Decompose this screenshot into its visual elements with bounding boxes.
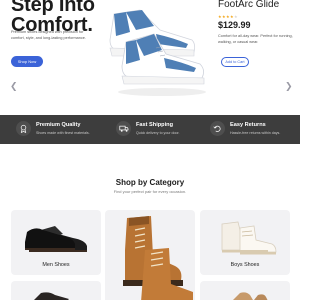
hero-shoe-image (96, 0, 211, 100)
category-card-boys-shoes[interactable]: Boys Shoes (200, 210, 290, 275)
boys-shoes-image (221, 221, 277, 255)
category-label: Boys Shoes (230, 262, 260, 268)
product-price: $129.99 (218, 20, 251, 30)
feature-subtitle: Shoes made with finest materials. (36, 131, 90, 135)
medal-icon (16, 121, 31, 136)
hero-section: Step Into Comfort. Premium shoes designe… (0, 0, 300, 110)
category-card-men-shoes[interactable]: Men Shoes (11, 210, 101, 275)
category-label: Men Shoes (42, 262, 70, 268)
feature-subtitle: Hassle-free returns within days. (230, 131, 281, 135)
features-bar: Premium Quality Shoes made with finest m… (0, 115, 300, 144)
category-card-5[interactable] (200, 281, 290, 300)
feature-title: Easy Returns (230, 122, 266, 128)
men-shoes-image (25, 226, 87, 252)
feature-subtitle: Quick delivery to your door. (136, 131, 180, 135)
category-card-boots[interactable] (105, 210, 195, 300)
feature-title: Fast Shipping (136, 122, 173, 128)
shop-now-button[interactable]: Shop Now (11, 56, 43, 67)
shoe-image (233, 292, 268, 300)
chevron-right-icon[interactable]: ❯ (285, 82, 293, 91)
category-section-title: Shop by Category (115, 178, 185, 187)
feature-title: Premium Quality (36, 122, 81, 128)
boots-image (123, 216, 193, 300)
category-section-subtitle: Find your perfect pair for every occasio… (113, 189, 187, 194)
chevron-left-icon[interactable]: ❮ (10, 82, 18, 91)
category-card-4[interactable] (11, 281, 101, 300)
add-to-cart-button[interactable]: Add to Cart (221, 57, 249, 67)
product-description: Comfort for all-day wear. Perfect for ru… (218, 34, 293, 44)
product-name: FootArc Glide (218, 0, 280, 10)
return-icon (210, 121, 225, 136)
truck-icon (116, 121, 131, 136)
shoe-image (34, 292, 69, 300)
rating-stars: ★★★★★ (218, 14, 238, 19)
hero-description: Premium shoes designed with precision fo… (11, 30, 86, 40)
hero-title-line1: Step Into (11, 0, 95, 16)
